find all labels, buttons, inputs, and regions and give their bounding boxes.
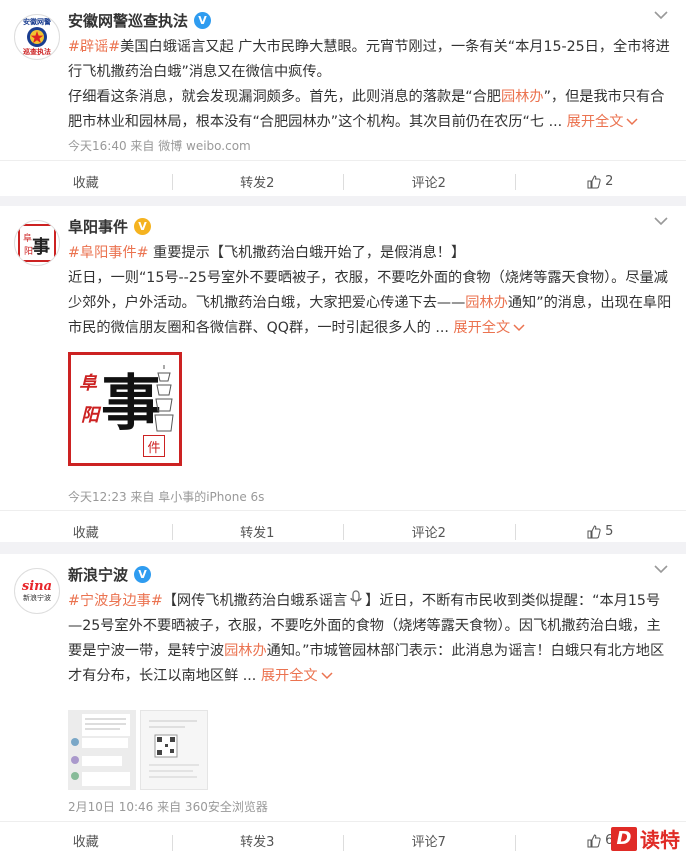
like-button[interactable]: 2 [514, 161, 686, 202]
chat-screenshot-thumbnail [68, 710, 136, 790]
avatar-label-bottom: 巡查执法 [23, 48, 51, 56]
post-card: 阜 阳 事 阜阳事件 V #阜阳事件# 重要提示【飞机撒药治白蛾开始了，是假消息… [0, 206, 686, 542]
chevron-down-icon[interactable] [654, 10, 668, 20]
post-paragraph: 重要提示【飞机撒药治白蛾开始了，是假消息！】 [153, 245, 466, 261]
post-image[interactable] [140, 710, 208, 790]
keyword-link[interactable]: 园林办 [465, 295, 508, 311]
user-name-text[interactable]: 新浪宁波 [68, 564, 128, 585]
thumbs-up-icon [587, 174, 601, 188]
post-meta: 今天16:40 来自 微博 weibo.com [68, 139, 251, 153]
verified-badge-icon: V [134, 218, 152, 235]
avatar-label-top: 安徽网警 [23, 18, 51, 26]
weibo-feed: 安徽网警 巡查执法 安徽网警巡查执法 V #辟谣#美国白蛾谣言又起 广大市民睁大… [0, 0, 686, 859]
pagoda-icon [154, 365, 174, 432]
topic-tag[interactable]: #辟谣# [68, 39, 120, 55]
post-text: #辟谣#美国白蛾谣言又起 广大市民睁大慧眼。元宵节刚过，一条有关“本月15-25… [68, 39, 670, 130]
image-char: 事 [101, 369, 161, 439]
expand-full-text[interactable]: 展开全文 [567, 114, 639, 130]
comment-button[interactable]: 评论2 [343, 511, 515, 552]
chevron-down-icon [513, 324, 525, 332]
avatar-label-bottom: 新浪宁波 [23, 594, 51, 602]
chevron-down-icon[interactable] [654, 216, 668, 226]
collect-button[interactable]: 收藏 [0, 161, 172, 202]
repost-button[interactable]: 转发2 [171, 161, 344, 202]
web-screenshot-thumbnail [149, 720, 199, 778]
watermark-d-icon: D [611, 826, 637, 851]
post-paragraph: 仔细看这条消息，就会发现漏洞颇多。首先，此则消息的落款是“合肥 [68, 89, 501, 105]
post-text: #宁波身边事#【网传飞机撒药治白蛾系谣言 】近日，不断有市民收到类似提醒：“本月1… [68, 589, 674, 689]
microphone-icon [350, 590, 362, 606]
image-char: 阜 [79, 373, 97, 394]
comment-button[interactable]: 评论7 [343, 822, 515, 859]
user-name-text[interactable]: 安徽网警巡查执法 [68, 10, 188, 31]
action-bar: 收藏 转发1 评论2 5 [0, 510, 686, 552]
post-meta: 2月10日 10:46 来自 360安全浏览器 [68, 800, 268, 814]
chevron-down-icon[interactable] [654, 564, 668, 574]
expand-full-text[interactable]: 展开全文 [261, 668, 333, 684]
keyword-link[interactable]: 园林办 [224, 643, 267, 659]
image-char: 件 [143, 435, 165, 457]
post-paragraph: 【网传飞机撒药治白蛾系谣言 [162, 593, 348, 609]
topic-tag[interactable]: #阜阳事件# [68, 245, 149, 261]
user-name[interactable]: 阜阳事件 V [68, 216, 152, 237]
chevron-down-icon [626, 118, 638, 126]
repost-button[interactable]: 转发1 [171, 511, 344, 552]
post-meta: 今天12:23 来自 阜小事的iPhone 6s [68, 490, 265, 504]
avatar[interactable]: 阜 阳 事 [14, 220, 60, 266]
user-name[interactable]: 安徽网警巡查执法 V [68, 10, 212, 31]
fuyang-logo-icon: 阜 阳 事 [18, 224, 56, 262]
user-name[interactable]: 新浪宁波 V [68, 564, 152, 585]
user-name-text[interactable]: 阜阳事件 [68, 216, 128, 237]
thumbs-up-icon [587, 524, 601, 538]
avatar[interactable]: sina 新浪宁波 [14, 568, 60, 614]
post-card: sina 新浪宁波 新浪宁波 V #宁波身边事#【网传飞机撒药治白蛾系谣言 】近日… [0, 554, 686, 859]
collect-button[interactable]: 收藏 [0, 511, 172, 552]
chevron-down-icon [321, 672, 333, 680]
repost-button[interactable]: 转发3 [171, 822, 344, 859]
svg-text:事: 事 [32, 236, 50, 258]
comment-button[interactable]: 评论2 [343, 161, 515, 202]
keyword-link[interactable]: 园林办 [501, 89, 544, 105]
watermark-logo: D 读特 [611, 824, 680, 853]
post-card: 安徽网警 巡查执法 安徽网警巡查执法 V #辟谣#美国白蛾谣言又起 广大市民睁大… [0, 0, 686, 196]
post-image[interactable] [68, 710, 136, 790]
action-bar: 收藏 转发3 评论7 6 [0, 821, 686, 859]
post-image[interactable]: 阜 阳 事 件 [68, 352, 182, 466]
verified-badge-icon: V [134, 566, 152, 583]
thumbs-up-icon [587, 833, 601, 847]
topic-tag[interactable]: #宁波身边事# [68, 593, 163, 609]
action-bar: 收藏 转发2 评论2 2 [0, 160, 686, 202]
image-char: 阳 [81, 405, 99, 426]
verified-badge-icon: V [194, 12, 212, 29]
post-text: #阜阳事件# 重要提示【飞机撒药治白蛾开始了，是假消息！】 近日，一则“15号-… [68, 245, 672, 336]
avatar-label-top: sina [21, 579, 53, 594]
collect-button[interactable]: 收藏 [0, 822, 172, 859]
post-paragraph: 美国白蛾谣言又起 广大市民睁大慧眼。元宵节刚过，一条有关“本月15-25日，全市… [68, 39, 670, 80]
like-button[interactable]: 5 [514, 511, 686, 552]
svg-text:阜: 阜 [23, 232, 32, 244]
watermark-text: 读特 [640, 828, 680, 852]
avatar[interactable]: 安徽网警 巡查执法 [14, 14, 60, 60]
expand-full-text[interactable]: 展开全文 [453, 320, 525, 336]
police-emblem-icon [27, 27, 47, 47]
